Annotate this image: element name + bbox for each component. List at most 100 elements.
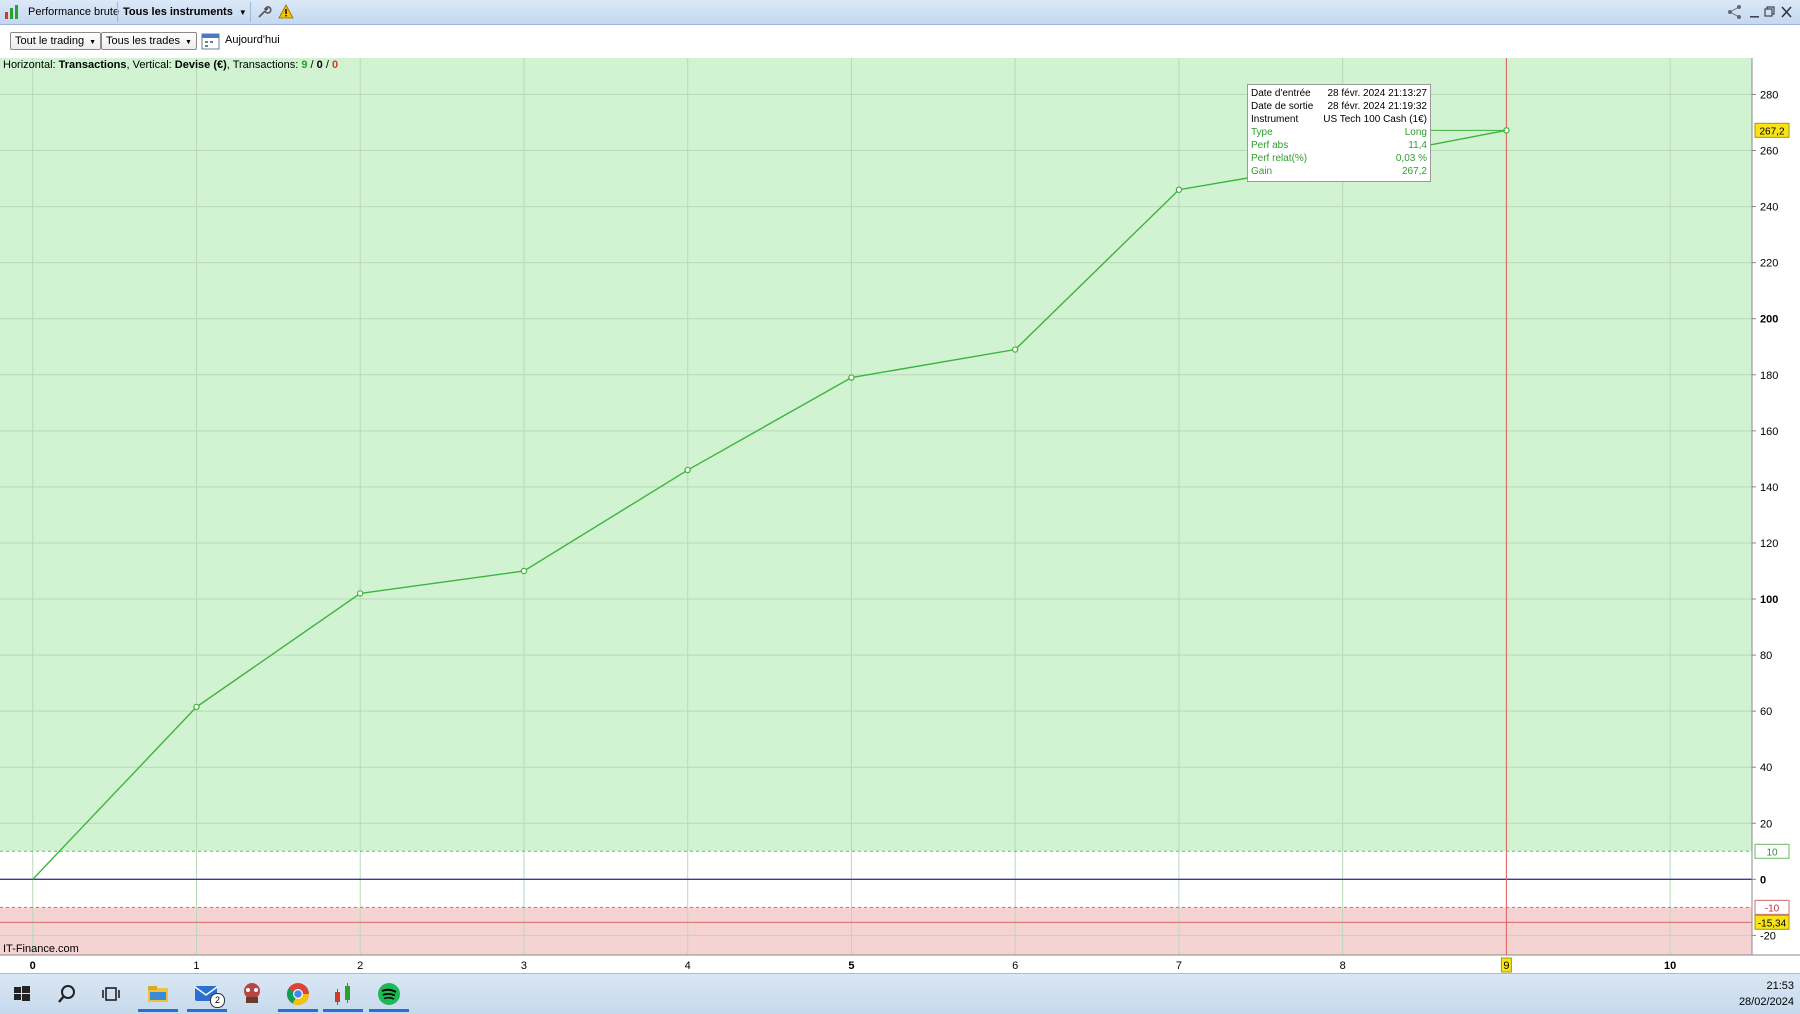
watermark: IT-Finance.com (3, 943, 79, 955)
y-tick-label: 140 (1760, 482, 1778, 494)
y-tick-label: 260 (1760, 146, 1778, 158)
tooltip-row: Instrument US Tech 100 Cash (1€) (1251, 113, 1427, 126)
tooltip-value: 11,4 (1408, 140, 1427, 151)
y-tick-label: 160 (1760, 426, 1778, 438)
info-vertical: Devise (€) (174, 59, 227, 71)
date-label[interactable]: Aujourd'hui (225, 34, 280, 46)
search-icon[interactable] (53, 980, 81, 1008)
y-tick-label: 60 (1760, 706, 1772, 718)
restore-icon[interactable] (1763, 4, 1777, 20)
mail-icon[interactable]: 2 (187, 980, 227, 1012)
tooltip-value: 28 févr. 2024 21:13:27 (1327, 88, 1427, 99)
x-tick-label: 4 (685, 960, 691, 972)
system-clock[interactable]: 21:53 28/02/2024 (1739, 978, 1794, 1010)
share-icon[interactable] (1727, 4, 1743, 20)
instrument-selector-label: Tous les instruments (123, 6, 233, 18)
tooltip-key: Gain (1251, 166, 1273, 177)
minimize-icon[interactable] (1748, 4, 1762, 20)
trading-app-icon[interactable] (323, 980, 363, 1012)
info-prefix: Horizontal: (3, 59, 59, 71)
tooltip-row: Perf abs 11,4 (1251, 139, 1427, 152)
y-tick-label: 240 (1760, 202, 1778, 214)
tooltip-row: Gain 267,2 (1251, 165, 1427, 178)
performance-chart[interactable]: -20 0 20 40 60 80 100 120 140 160 180 200 220 240 260 2… (0, 58, 1800, 978)
info-mid1: , Vertical: (126, 59, 175, 71)
gain-zone (0, 58, 1752, 852)
info-sep: / (322, 59, 332, 71)
chart-app-icon (4, 4, 20, 20)
data-point (1175, 186, 1183, 193)
data-point (1011, 346, 1019, 353)
x-tick-label: 7 (1176, 960, 1182, 972)
y-tick-label: 200 (1760, 314, 1778, 326)
data-point (193, 703, 200, 711)
tooltip-key: Perf relat(%) (1251, 153, 1308, 164)
y-tick-label: -20 (1760, 930, 1776, 942)
y-tick-label: 0 (1760, 874, 1766, 886)
view-label[interactable]: Performance brute (28, 3, 119, 21)
loss-zone (0, 907, 1752, 955)
clock-time: 21:53 (1766, 980, 1794, 992)
file-explorer-icon[interactable] (138, 980, 178, 1012)
windows-start-icon[interactable] (8, 980, 36, 1008)
y-tick-label: 280 (1760, 89, 1778, 101)
chevron-down-icon: ▼ (185, 39, 192, 46)
period-dropdown[interactable]: Tout le trading ▼ (10, 32, 102, 50)
warning-icon[interactable] (278, 4, 294, 20)
instrument-selector[interactable]: Tous les instruments ▼ (123, 3, 247, 21)
y-tick-label: 180 (1760, 370, 1778, 382)
trades-dropdown-label: Tous les trades (106, 35, 180, 47)
data-point (848, 374, 855, 381)
y-tick-label: 20 (1760, 818, 1772, 830)
y-tick-label: 40 (1760, 762, 1772, 774)
info-count-loss: 0 (331, 59, 339, 71)
minimum-value-label: -15,34 (1758, 918, 1787, 929)
upper-threshold-label: 10 (1766, 847, 1778, 858)
info-horizontal: Transactions (58, 59, 127, 71)
tooltip-value: US Tech 100 Cash (1€) (1323, 114, 1427, 125)
clock-date: 28/02/2024 (1738, 996, 1794, 1008)
lower-threshold-label: -10 (1765, 903, 1780, 914)
y-tick-label: 100 (1760, 594, 1778, 606)
info-mid2: , Transactions: (226, 59, 302, 71)
tooltip-row: Perf relat(%) 0,03 % (1251, 152, 1427, 165)
trades-dropdown[interactable]: Tous les trades ▼ (101, 32, 197, 50)
tooltip-value: 28 févr. 2024 21:19:32 (1327, 101, 1427, 112)
tooltip-key: Instrument (1251, 114, 1299, 125)
tooltip-row: Type Long (1251, 126, 1427, 139)
x-tick-label: 1 (193, 960, 199, 972)
tooltip-row: Date d'entrée 28 févr. 2024 21:13:27 (1251, 87, 1427, 100)
x-tick-label: 9 (1503, 960, 1509, 972)
x-tick-label: 8 (1340, 960, 1346, 972)
x-tick-label: 5 (848, 960, 854, 972)
active-indicator (369, 1009, 409, 1012)
active-indicator (138, 1009, 178, 1012)
tooltip-value: Long (1404, 127, 1427, 138)
chrome-icon[interactable] (278, 980, 318, 1012)
wrench-icon[interactable] (256, 4, 272, 20)
tooltip-row: Date de sortie 28 févr. 2024 21:19:32 (1251, 100, 1427, 113)
info-sep: / (307, 59, 317, 71)
title-bar: Performance brute Tous les instruments ▼ (0, 0, 1800, 25)
taskbar: 2 21:53 28/02/2024 (0, 973, 1800, 1014)
close-icon[interactable] (1780, 4, 1794, 20)
tooltip-key: Date de sortie (1251, 101, 1314, 112)
game-icon[interactable] (238, 980, 266, 1008)
separator (250, 2, 251, 22)
data-point (684, 466, 691, 474)
x-tick-label: 0 (30, 960, 36, 972)
tooltip-key: Type (1251, 127, 1273, 138)
chart-svg[interactable]: -200204060801001201401601802002202402602… (0, 58, 1800, 978)
x-tick-label: 2 (357, 960, 363, 972)
current-value-label: 267,2 (1759, 126, 1784, 137)
y-tick-label: 80 (1760, 650, 1772, 662)
chart-info-line: Horizontal: Transactions, Vertical: Devi… (3, 59, 338, 71)
active-indicator (187, 1009, 227, 1012)
tooltip-key: Perf abs (1251, 140, 1289, 151)
toolbar: Tout le trading ▼ Tous les trades ▼ Aujo… (0, 25, 1800, 55)
spotify-icon[interactable] (369, 980, 409, 1012)
task-view-icon[interactable] (98, 980, 126, 1008)
x-tick-label: 3 (521, 960, 527, 972)
y-tick-label: 120 (1760, 538, 1778, 550)
calendar-icon[interactable] (201, 32, 221, 50)
